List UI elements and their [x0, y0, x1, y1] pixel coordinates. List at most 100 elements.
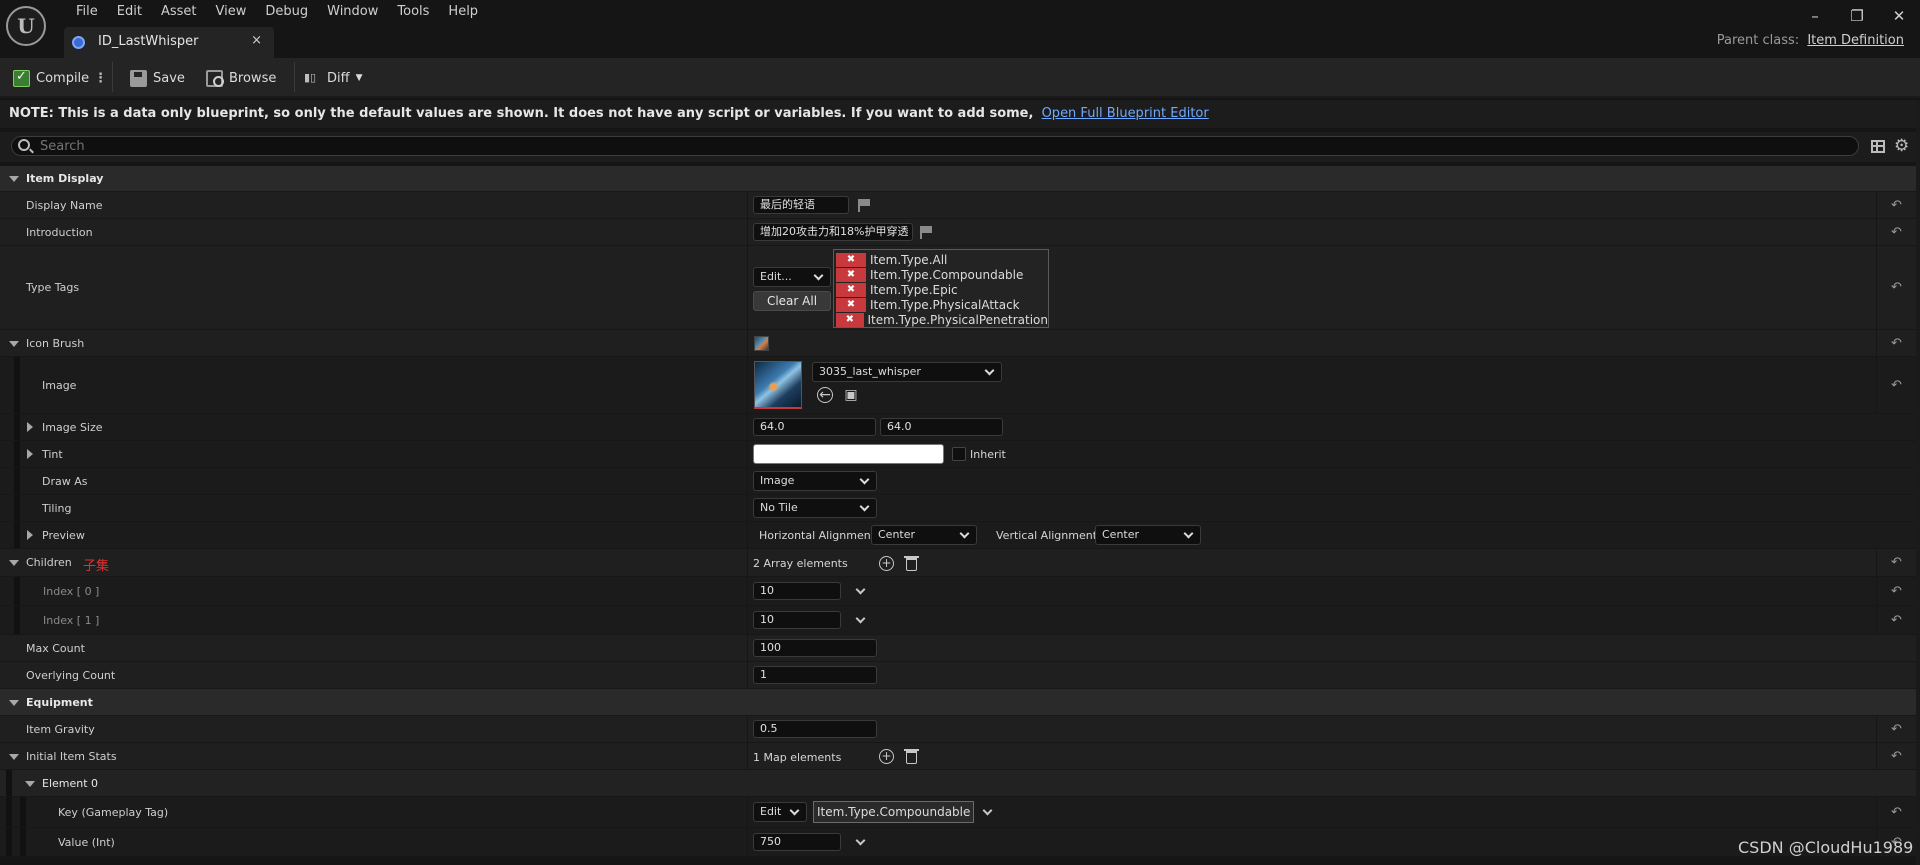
- property-label: Icon Brush: [26, 336, 85, 350]
- type-tags-edit-dropdown[interactable]: Edit...: [753, 267, 831, 287]
- chevron-down-icon[interactable]: [982, 805, 993, 816]
- category-label: Item Display: [26, 172, 104, 185]
- compile-button[interactable]: Compile: [13, 67, 89, 89]
- parent-class-link[interactable]: Item Definition: [1807, 33, 1904, 48]
- remove-tag-icon[interactable]: ✖: [836, 297, 866, 312]
- property-children[interactable]: Children 子集 2 Array elements + ↶: [0, 549, 1920, 577]
- remove-tag-icon[interactable]: ✖: [836, 312, 864, 327]
- category-item-display[interactable]: Item Display: [0, 166, 1920, 192]
- restore-button[interactable]: ❐: [1836, 5, 1878, 27]
- property-initial-item-stats[interactable]: Initial Item Stats 1 Map elements + ↶: [0, 743, 1920, 770]
- trash-icon[interactable]: [904, 556, 919, 571]
- scrollbar[interactable]: [1916, 100, 1920, 865]
- add-circle-icon[interactable]: +: [879, 556, 894, 571]
- add-circle-icon[interactable]: +: [879, 749, 894, 764]
- chevron-down-icon[interactable]: [855, 835, 866, 846]
- save-button[interactable]: Save: [130, 67, 185, 89]
- gameplay-tag-value[interactable]: Item.Type.Compoundable: [813, 801, 975, 823]
- minimize-button[interactable]: –: [1794, 5, 1836, 27]
- image-asset-picker[interactable]: 3035_last_whisper: [812, 362, 1002, 382]
- max-count-field[interactable]: 100: [753, 639, 877, 657]
- reset-arrow-icon[interactable]: ↶: [1876, 606, 1916, 634]
- close-window-button[interactable]: ✕: [1878, 5, 1920, 27]
- browse-button[interactable]: Browse: [206, 67, 276, 89]
- chevron-down-icon[interactable]: [855, 613, 866, 624]
- reset-arrow-icon[interactable]: ↶: [1876, 549, 1916, 576]
- menu-help[interactable]: Help: [439, 3, 488, 21]
- reset-arrow-icon[interactable]: ↶: [1876, 246, 1916, 329]
- localization-flag-icon[interactable]: [920, 226, 932, 239]
- reset-arrow-icon[interactable]: ↶: [1876, 192, 1916, 218]
- draw-as-value: Image: [760, 474, 795, 487]
- localization-flag-icon[interactable]: [858, 199, 870, 212]
- browse-asset-icon[interactable]: ▣: [843, 388, 859, 404]
- document-tab[interactable]: ID_LastWhisper ×: [64, 27, 274, 58]
- collapse-arrow-icon[interactable]: [9, 341, 19, 347]
- menu-view[interactable]: View: [207, 3, 257, 21]
- tiling-dropdown[interactable]: No Tile: [753, 498, 877, 518]
- search-input[interactable]: [40, 138, 1840, 154]
- tint-color-swatch[interactable]: [753, 444, 944, 464]
- unreal-logo-icon[interactable]: U: [6, 6, 46, 46]
- category-equipment[interactable]: Equipment: [0, 689, 1920, 716]
- settings-icon[interactable]: ⚙: [1894, 136, 1909, 156]
- array-value-field[interactable]: 10: [753, 582, 841, 600]
- display-name-field[interactable]: 最后的轻语: [753, 196, 849, 214]
- menu-asset[interactable]: Asset: [152, 3, 207, 21]
- menu-file[interactable]: File: [67, 3, 108, 21]
- chevron-down-icon[interactable]: [855, 584, 866, 595]
- overlying-count-field[interactable]: 1: [753, 666, 877, 684]
- column-divider: [747, 357, 748, 413]
- table-view-icon[interactable]: [1871, 140, 1885, 153]
- collapse-arrow-icon[interactable]: [25, 781, 35, 787]
- array-index-label: Index [ 1 ]: [43, 613, 100, 627]
- search-box[interactable]: [11, 136, 1859, 156]
- reset-arrow-icon[interactable]: ↶: [1876, 577, 1916, 605]
- menu-window[interactable]: Window: [318, 3, 388, 21]
- expand-arrow-icon[interactable]: [27, 422, 33, 432]
- property-icon-brush[interactable]: Icon Brush ↶: [0, 330, 1920, 357]
- reset-arrow-icon[interactable]: ↶: [1876, 357, 1916, 413]
- introduction-field[interactable]: 增加20攻击力和18%护甲穿透: [753, 223, 913, 241]
- remove-tag-icon[interactable]: ✖: [836, 267, 866, 282]
- reset-arrow-icon[interactable]: ↶: [1876, 716, 1916, 742]
- use-selected-asset-icon[interactable]: ←: [817, 387, 833, 403]
- collapse-arrow-icon[interactable]: [9, 176, 19, 182]
- reset-arrow-icon[interactable]: ↶: [1876, 330, 1916, 356]
- compile-options-button[interactable]: ⋮: [94, 67, 107, 89]
- menu-edit[interactable]: Edit: [108, 3, 152, 21]
- map-element-0[interactable]: Element 0: [0, 770, 1920, 797]
- image-thumbnail[interactable]: [754, 361, 802, 409]
- clear-all-button[interactable]: Clear All: [753, 291, 831, 311]
- collapse-arrow-icon[interactable]: [9, 754, 19, 760]
- expand-arrow-icon[interactable]: [27, 449, 33, 459]
- open-full-editor-link[interactable]: Open Full Blueprint Editor: [1042, 106, 1209, 121]
- collapse-arrow-icon[interactable]: [9, 560, 19, 566]
- value-int-field[interactable]: 750: [753, 833, 841, 851]
- draw-as-dropdown[interactable]: Image: [753, 471, 877, 491]
- item-gravity-field[interactable]: 0.5: [753, 720, 877, 738]
- collapse-arrow-icon[interactable]: [9, 700, 19, 706]
- reset-arrow-icon[interactable]: ↶: [1876, 219, 1916, 245]
- menu-debug[interactable]: Debug: [256, 3, 318, 21]
- array-count: 2 Array elements: [753, 557, 848, 570]
- remove-tag-icon[interactable]: ✖: [836, 252, 866, 267]
- property-label: Initial Item Stats: [26, 749, 117, 763]
- image-size-y-field[interactable]: 64.0: [880, 418, 1003, 436]
- trash-icon[interactable]: [904, 749, 919, 764]
- horizontal-alignment-dropdown[interactable]: Center: [871, 525, 977, 545]
- menu-tools[interactable]: Tools: [388, 3, 439, 21]
- close-tab-icon[interactable]: ×: [251, 33, 262, 48]
- vertical-alignment-dropdown[interactable]: Center: [1095, 525, 1201, 545]
- tag-item: ✖ Item.Type.Epic: [834, 282, 1048, 297]
- array-value-field[interactable]: 10: [753, 611, 841, 629]
- key-edit-dropdown[interactable]: Edit: [753, 802, 807, 822]
- expand-arrow-icon[interactable]: [27, 530, 33, 540]
- diff-button[interactable]: Diff ▼: [304, 67, 363, 89]
- inherit-checkbox[interactable]: [952, 447, 966, 461]
- reset-arrow-icon[interactable]: ↶: [1876, 797, 1916, 827]
- toolbar-divider: [112, 62, 113, 92]
- remove-tag-icon[interactable]: ✖: [836, 282, 866, 297]
- reset-arrow-icon[interactable]: ↶: [1876, 743, 1916, 769]
- image-size-x-field[interactable]: 64.0: [753, 418, 876, 436]
